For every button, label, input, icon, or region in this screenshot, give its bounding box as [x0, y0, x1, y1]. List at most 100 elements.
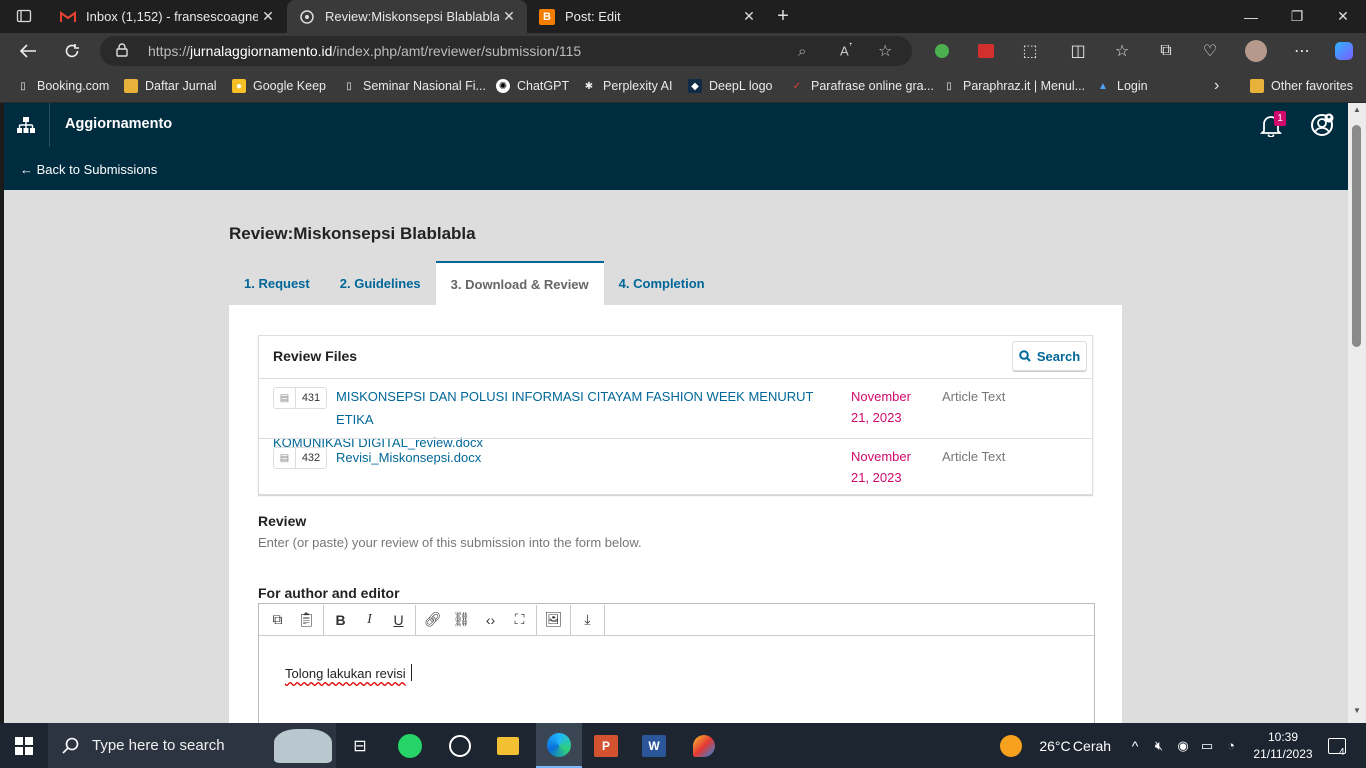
profile-avatar[interactable] [1242, 37, 1270, 65]
windows-taskbar: Type here to search ⊟ P W 26°C Cerah ^ 🔇… [0, 723, 1366, 768]
notification-center-icon[interactable]: 4 [1320, 723, 1354, 768]
back-to-submissions-link[interactable]: ← Back to Submissions [20, 162, 157, 177]
url-scheme: https:// [148, 43, 191, 59]
search-icon [1019, 350, 1031, 362]
toolbar-separator [415, 604, 416, 635]
bookmark-paraphraz[interactable]: ▯ Paraphraz.it | Menul... [942, 77, 1085, 95]
scroll-down-icon[interactable]: ▼ [1353, 706, 1361, 715]
site-name[interactable]: Aggiornamento [65, 116, 172, 132]
task-view-icon[interactable]: ⊟ [340, 723, 380, 768]
tab-blogger[interactable]: B Post: Edit ✕ [527, 0, 767, 33]
windows-start-icon[interactable] [0, 723, 48, 768]
favorite-star-icon[interactable]: ☆ [878, 41, 892, 61]
vertical-scrollbar[interactable]: ▲ ▼ [1348, 103, 1366, 723]
bookmark-chatgpt[interactable]: ✺ ChatGPT [496, 77, 569, 95]
tab-gmail[interactable]: Inbox (1,152) - fransescoagnesra ✕ [48, 0, 286, 33]
unlink-icon[interactable]: ⛓︎ [447, 606, 476, 634]
collections-icon[interactable]: ⧉ [1152, 37, 1180, 65]
extensions-puzzle-icon[interactable]: ⬚ [1016, 37, 1044, 65]
volume-icon[interactable]: 🔇︎ [1148, 723, 1170, 768]
bookmark-google-keep[interactable]: ● Google Keep [232, 77, 326, 95]
scroll-up-icon[interactable]: ▲ [1353, 105, 1361, 114]
scrollbar-thumb[interactable] [1352, 125, 1361, 347]
back-icon[interactable] [14, 37, 42, 65]
close-icon[interactable]: ✕ [739, 8, 759, 25]
copy-icon[interactable]: ⧉ [263, 606, 292, 634]
url-host: jurnalaggiornamento.id [190, 43, 333, 59]
tab-download-review[interactable]: 3. Download & Review [435, 261, 604, 305]
bookmark-label: Daftar Jurnal [145, 79, 217, 93]
tab-review[interactable]: Review:Miskonsepsi Blablabla | A ✕ [287, 0, 527, 33]
taskbar-search-box[interactable]: Type here to search [48, 723, 336, 768]
extension-red-icon[interactable] [972, 37, 1000, 65]
bold-icon[interactable]: B [326, 606, 355, 634]
read-aloud-icon[interactable]: Aꜛ [840, 43, 853, 58]
review-text[interactable]: Tolong lakukan revisi [285, 666, 406, 681]
tab-completion[interactable]: 4. Completion [604, 261, 720, 305]
camera-icon[interactable]: ◉ [1172, 723, 1194, 768]
edge-taskbar-icon[interactable] [536, 723, 582, 768]
code-icon[interactable]: ‹› [476, 606, 505, 634]
close-window-icon[interactable]: ✕ [1320, 0, 1366, 33]
chevron-right-icon[interactable]: › [1214, 77, 1219, 95]
bookmark-seminar[interactable]: ▯ Seminar Nasional Fi... [342, 77, 486, 95]
image-icon[interactable]: 🖼︎ [539, 606, 568, 634]
minimize-icon[interactable]: — [1228, 0, 1274, 33]
zoom-icon[interactable]: ⌕ [798, 43, 806, 60]
bookmark-label: DeepL logo [709, 79, 773, 93]
powerpoint-icon[interactable]: P [586, 723, 626, 768]
bookmark-daftar-jurnal[interactable]: Daftar Jurnal [124, 77, 217, 95]
fullscreen-icon[interactable]: ⛶ [505, 606, 534, 634]
chevron-up-icon[interactable]: ^ [1124, 723, 1146, 768]
battery-icon[interactable]: ▭ [1196, 723, 1218, 768]
new-tab-button[interactable]: + [766, 0, 800, 33]
refresh-icon[interactable] [58, 37, 86, 65]
review-step-tabs: 1. Request 2. Guidelines 3. Download & R… [229, 261, 720, 305]
underline-icon[interactable]: U [384, 606, 413, 634]
more-menu-icon[interactable]: ⋯ [1288, 37, 1316, 65]
italic-icon[interactable]: I [355, 606, 384, 634]
clock-app-icon[interactable] [440, 723, 480, 768]
browser-tab-strip: Inbox (1,152) - fransescoagnesra ✕ Revie… [0, 0, 1366, 33]
weather-icon[interactable] [996, 723, 1026, 768]
bookmark-deepl[interactable]: ◆ DeepL logo [688, 77, 772, 95]
restore-icon[interactable]: ❐ [1274, 0, 1320, 33]
weather-desc[interactable]: Cerah [1066, 723, 1118, 768]
paste-icon[interactable]: 📋︎ [292, 606, 321, 634]
close-icon[interactable]: ✕ [499, 8, 519, 25]
split-screen-icon[interactable]: ◫ [1064, 37, 1092, 65]
user-account-icon[interactable] [1310, 113, 1334, 137]
system-clock[interactable]: 10:39 21/11/2023 [1250, 723, 1316, 768]
sitemap-icon[interactable] [16, 115, 38, 137]
tab-actions-icon[interactable] [10, 2, 38, 30]
bookmark-other-favorites[interactable]: Other favorites [1250, 77, 1353, 95]
whatsapp-icon[interactable] [390, 723, 430, 768]
tab-request[interactable]: 1. Request [229, 261, 325, 305]
extension-icon[interactable] [928, 37, 956, 65]
performance-icon[interactable]: ♡ [1196, 37, 1224, 65]
upload-icon[interactable]: ⤓ [573, 606, 602, 634]
link-icon[interactable]: 🔗︎ [418, 606, 447, 634]
lock-icon[interactable] [116, 42, 136, 60]
wifi-icon[interactable]: ◔ [1220, 723, 1242, 768]
search-button[interactable]: Search [1012, 341, 1087, 371]
bookmark-parafrase[interactable]: ✓ Parafrase online gra... [790, 77, 934, 95]
tab-guidelines[interactable]: 2. Guidelines [325, 261, 436, 305]
address-bar[interactable]: https://jurnalaggiornamento.id/index.php… [100, 36, 912, 66]
file-explorer-icon[interactable] [488, 723, 528, 768]
bookmark-perplexity[interactable]: ✱ Perplexity AI [582, 77, 673, 95]
bookmark-booking[interactable]: ▯ Booking.com [16, 77, 109, 95]
file-id: 432 [301, 452, 321, 464]
close-icon[interactable]: ✕ [258, 8, 278, 25]
copilot-icon[interactable] [1330, 37, 1358, 65]
file-link[interactable]: Revisi_Miskonsepsi.docx [336, 446, 481, 469]
notification-count: 4 [1339, 747, 1345, 758]
file-name-line1[interactable]: MISKONSEPSI DAN POLUSI INFORMASI CITAYAM… [273, 385, 833, 431]
bookmark-login[interactable]: ▲ Login [1096, 77, 1148, 95]
paint-icon[interactable] [684, 723, 724, 768]
notification-bell-icon[interactable]: 1 [1259, 111, 1286, 138]
clock-time: 10:39 [1267, 729, 1299, 744]
bookmark-label: ChatGPT [517, 79, 570, 93]
word-icon[interactable]: W [634, 723, 674, 768]
favorites-icon[interactable]: ☆ [1108, 37, 1136, 65]
